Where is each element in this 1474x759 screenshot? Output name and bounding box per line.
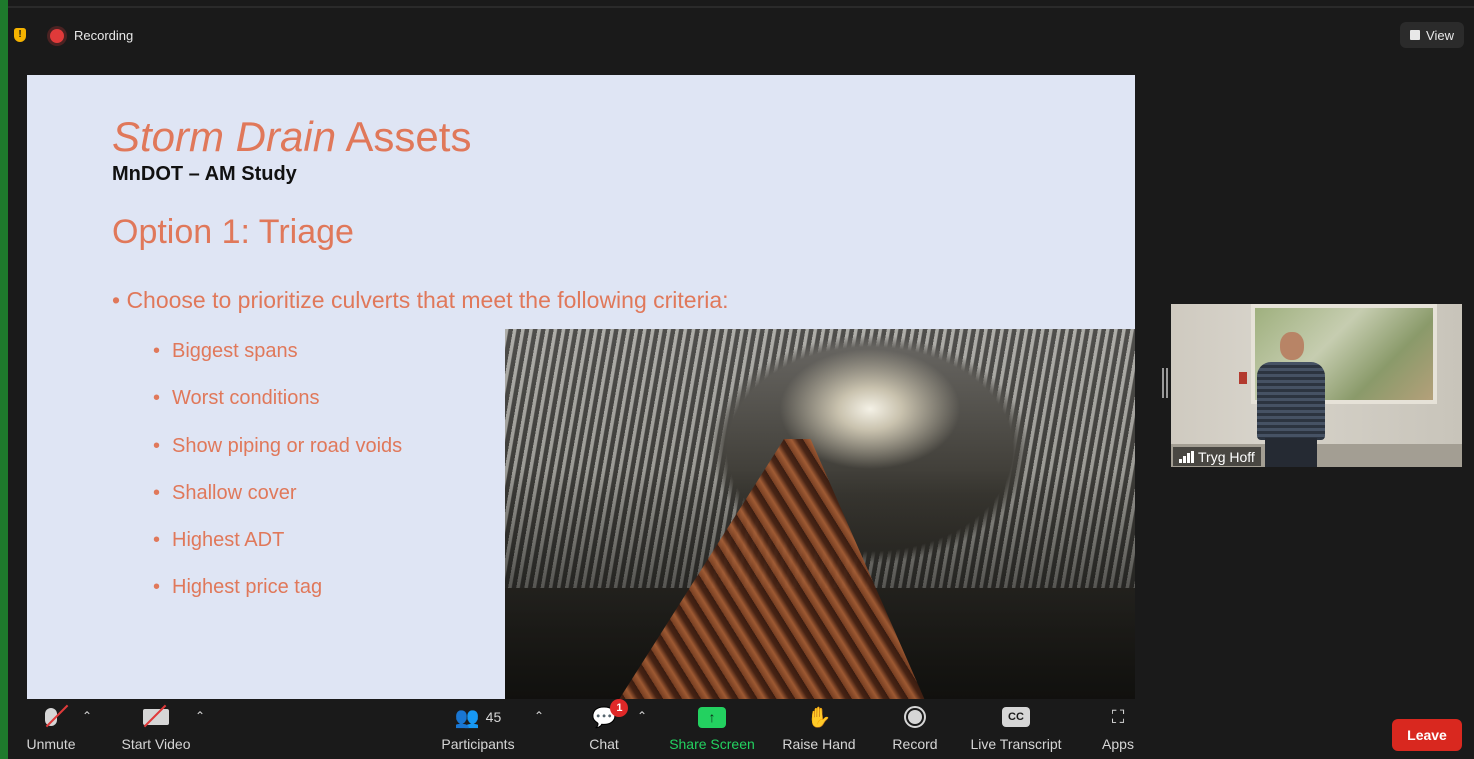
apps-icon: ⛶	[1111, 706, 1125, 727]
slide-subtitle: MnDOT – AM Study	[112, 163, 297, 185]
raise-hand-label: Raise Hand	[782, 736, 856, 752]
security-shield-icon[interactable]: !	[14, 28, 26, 42]
participants-options-caret-icon[interactable]: ⌃	[534, 709, 544, 723]
zoom-window-frame: ! Recording View Storm Drain Assets MnDO…	[0, 0, 1474, 759]
participant-name: Tryg Hoff	[1198, 448, 1255, 465]
unmute-label: Unmute	[26, 736, 76, 752]
start-video-button[interactable]: Start Video	[118, 703, 194, 757]
culvert-photo	[505, 329, 1135, 699]
closed-captions-icon: CC	[1002, 703, 1030, 731]
slide-title-italic: Storm Drain	[112, 113, 337, 160]
start-video-label: Start Video	[121, 736, 191, 752]
window-edge-accent	[0, 0, 8, 759]
meeting-toolbar: Unmute ⌃ Start Video ⌃ 👥 45 Participants…	[8, 699, 1474, 759]
criteria-list: Biggest spans Worst conditions Show pipi…	[153, 338, 402, 622]
chat-bubble-icon: 💬 1	[592, 699, 629, 731]
raise-hand-icon: ✋	[806, 706, 832, 729]
top-bar: ! Recording View	[8, 8, 1474, 64]
share-screen-button[interactable]: ↑ Share Screen	[668, 703, 756, 757]
participant-name-tag: Tryg Hoff	[1173, 447, 1261, 466]
criteria-item: Show piping or road voids	[153, 433, 402, 480]
view-label: View	[1426, 27, 1454, 43]
slide-main-bullet: • Choose to prioritize culverts that mee…	[112, 287, 729, 313]
criteria-item: Shallow cover	[153, 480, 402, 527]
live-transcript-button[interactable]: CC Live Transcript	[968, 703, 1064, 757]
live-transcript-label: Live Transcript	[970, 736, 1062, 752]
slide-title-rest: Assets	[345, 113, 472, 160]
audio-options-caret-icon[interactable]: ⌃	[82, 709, 92, 723]
share-screen-icon: ↑	[698, 703, 726, 731]
chat-button[interactable]: 💬 1 Chat	[584, 699, 629, 757]
slide-option-heading: Option 1: Triage	[112, 213, 354, 251]
participants-label: Participants	[441, 736, 515, 752]
slide-title: Storm Drain Assets	[112, 113, 471, 161]
apps-button[interactable]: ⛶ Apps	[1098, 703, 1138, 757]
view-icon	[1410, 30, 1421, 40]
chat-label: Chat	[589, 736, 619, 752]
criteria-item: Highest ADT	[153, 527, 402, 574]
apps-label: Apps	[1102, 736, 1134, 752]
unmute-button[interactable]: Unmute	[22, 703, 80, 757]
record-label: Record	[892, 736, 938, 752]
criteria-item: Biggest spans	[153, 338, 402, 385]
criteria-item: Highest price tag	[153, 574, 402, 621]
recording-label: Recording	[74, 28, 134, 43]
participant-video-tile[interactable]: Tryg Hoff	[1171, 304, 1462, 467]
video-off-icon	[143, 703, 169, 731]
chat-unread-badge: 1	[610, 699, 629, 717]
record-button[interactable]: Record	[890, 703, 940, 757]
record-icon	[904, 703, 926, 731]
recording-indicator-icon	[50, 29, 64, 43]
muted-microphone-icon	[45, 703, 57, 731]
chat-options-caret-icon[interactable]: ⌃	[637, 709, 647, 723]
participants-button[interactable]: 👥 45 Participants	[438, 703, 518, 757]
shared-screen-slide: Storm Drain Assets MnDOT – AM Study Opti…	[27, 75, 1135, 699]
video-options-caret-icon[interactable]: ⌃	[195, 709, 205, 723]
raise-hand-button[interactable]: ✋ Raise Hand	[782, 703, 856, 757]
signal-strength-icon	[1179, 450, 1194, 463]
panel-resize-handle[interactable]	[1162, 368, 1168, 398]
participants-icon: 👥 45	[454, 706, 502, 729]
meeting-window: ! Recording View Storm Drain Assets MnDO…	[8, 6, 1474, 759]
view-button[interactable]: View	[1400, 22, 1464, 48]
criteria-item: Worst conditions	[153, 385, 402, 432]
share-screen-label: Share Screen	[669, 736, 755, 752]
leave-button[interactable]: Leave	[1392, 719, 1462, 751]
participants-count: 45	[485, 709, 502, 725]
